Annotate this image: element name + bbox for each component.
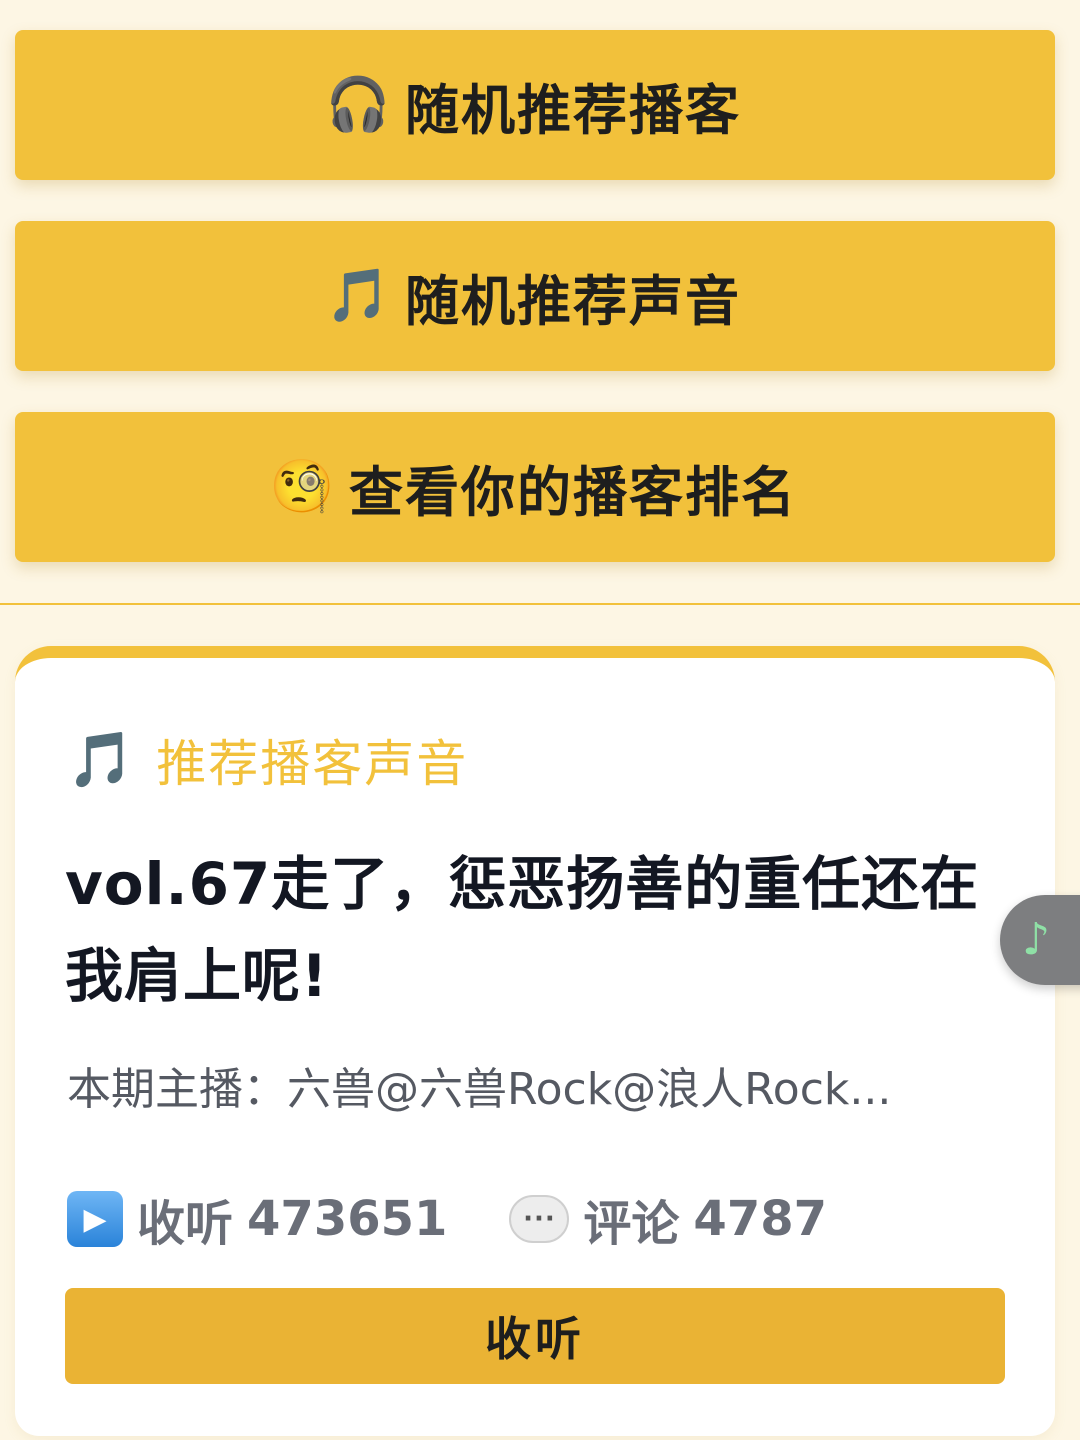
section-divider (0, 603, 1080, 605)
random-podcast-label: 随机推荐播客 (405, 78, 741, 142)
music-note-icon: ♪ (1022, 914, 1051, 965)
episode-host: 本期主播：六兽@六兽Rock@浪人Rock... (67, 1064, 892, 1115)
random-sound-label: 随机推荐声音 (405, 269, 741, 333)
podcast-ranking-button[interactable]: 🧐 查看你的播客排名 (15, 412, 1055, 562)
random-sound-button[interactable]: 🎵 随机推荐声音 (15, 221, 1055, 371)
play-icon: ▶ (67, 1191, 123, 1247)
listen-stat: ▶ 收听 473651 (67, 1184, 447, 1254)
recommended-episode-card: 🎵 推荐播客声音 vol.67走了，惩恶扬善的重任还在我肩上呢! 本期主播：六兽… (15, 646, 1055, 1436)
episode-title: vol.67走了，惩恶扬善的重任还在我肩上呢! (65, 850, 980, 1010)
comment-stat-label: 评论 (583, 1196, 680, 1252)
monocle-face-icon: 🧐 (269, 457, 335, 517)
music-notes-icon: 🎵 (325, 266, 391, 326)
comment-count: 4787 (693, 1191, 828, 1247)
card-heading-text: 推荐播客声音 (156, 735, 469, 793)
listen-count: 473651 (247, 1191, 448, 1247)
music-notes-icon: 🎵 (67, 728, 135, 791)
headphones-icon: 🎧 (325, 75, 391, 135)
random-podcast-button[interactable]: 🎧 随机推荐播客 (15, 30, 1055, 180)
listen-stat-label: 收听 (137, 1196, 234, 1252)
card-heading: 🎵 推荐播客声音 (67, 724, 468, 796)
podcast-ranking-label: 查看你的播客排名 (349, 460, 797, 524)
speech-bubble-icon: ··· (509, 1195, 570, 1243)
comment-stat: ··· 评论 4787 (509, 1184, 827, 1254)
floating-music-player-button[interactable]: ♪ (1000, 895, 1080, 985)
episode-stats: ▶ 收听 473651 ··· 评论 4787 (67, 1184, 827, 1254)
listen-button[interactable]: 收听 (65, 1288, 1005, 1384)
